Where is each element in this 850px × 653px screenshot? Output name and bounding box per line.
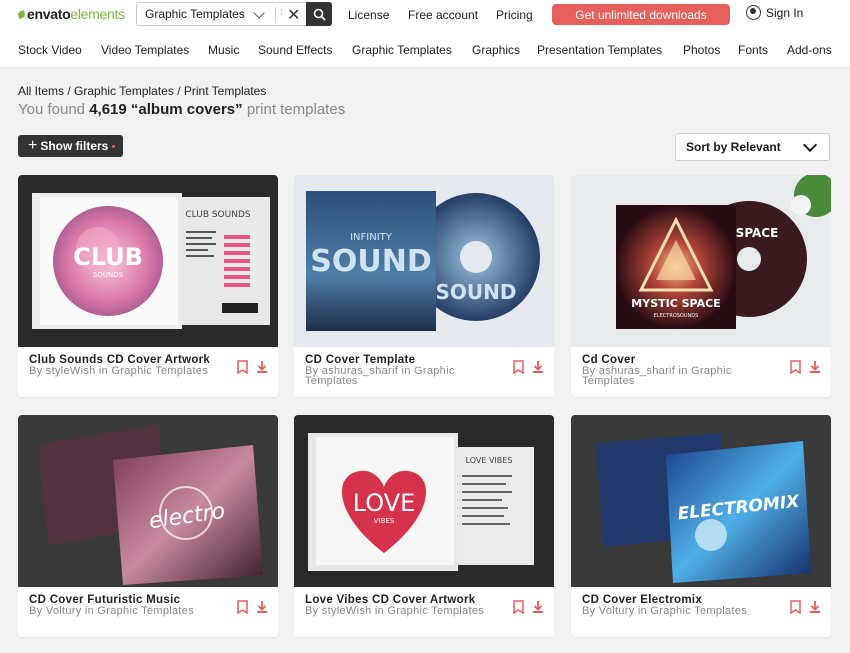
card-thumbnail[interactable]: ELECTROMIX bbox=[571, 415, 831, 587]
results-suffix: print templates bbox=[246, 101, 346, 118]
card-author: By styleWish in Graphic Templates bbox=[305, 605, 485, 617]
download-icon[interactable] bbox=[256, 360, 268, 379]
template-card[interactable]: ELECTROMIX CD Cover Electromix By Voltur… bbox=[571, 415, 831, 637]
card-author: By Voltury in Graphic Templates bbox=[582, 605, 748, 617]
download-icon[interactable] bbox=[256, 600, 268, 619]
search-button[interactable] bbox=[306, 2, 332, 26]
filter-indicator-dot bbox=[112, 144, 116, 148]
template-card[interactable]: LOVE VIBES LOVE VIBES Love Vibes CD Cove… bbox=[294, 415, 554, 637]
nav-stock-video[interactable]: Stock Video bbox=[18, 43, 82, 57]
search-input[interactable]: : bbox=[280, 7, 283, 18]
free-account-link[interactable]: Free account bbox=[408, 8, 478, 22]
cover-art-title: LOVE bbox=[353, 489, 416, 517]
cd-cover-image: SPACE MYSTIC SPACE ELECTROSOUNDS bbox=[571, 175, 831, 347]
get-unlimited-downloads-button[interactable]: Get unlimited downloads bbox=[552, 4, 730, 25]
results-query: “album covers” bbox=[130, 101, 243, 118]
nav-sound-effects[interactable]: Sound Effects bbox=[258, 43, 333, 57]
card-thumbnail[interactable]: electro bbox=[18, 415, 278, 587]
cover-art-subtitle: INFINITY bbox=[350, 232, 393, 243]
nav-music[interactable]: Music bbox=[208, 43, 239, 57]
show-filters-label: Show filters bbox=[40, 139, 109, 153]
breadcrumb-graphic-templates[interactable]: Graphic Templates bbox=[74, 84, 174, 98]
top-bar: envato elements Graphic Templates : ✕ Lic… bbox=[0, 0, 850, 30]
nav-graphics[interactable]: Graphics bbox=[472, 43, 520, 57]
results-number: 4,619 bbox=[89, 101, 127, 118]
chevron-down-icon bbox=[802, 137, 818, 153]
logo-text: envato bbox=[27, 6, 71, 22]
card-author: By ashuras_sharif in Graphic Templates bbox=[305, 365, 455, 387]
card-thumbnail[interactable]: SPACE MYSTIC SPACE ELECTROSOUNDS bbox=[571, 175, 831, 347]
breadcrumb: All Items / Graphic Templates / Print Te… bbox=[18, 84, 267, 98]
plus-icon: + bbox=[28, 137, 38, 154]
search-category-select[interactable]: Graphic Templates bbox=[137, 7, 255, 21]
cd-cover-image: electro bbox=[18, 415, 278, 587]
cd-cover-image: CLUB SOUNDS CLUB SOUNDS bbox=[18, 175, 278, 347]
results-count: You found 4,619 “album covers” print tem… bbox=[18, 101, 345, 118]
cd-cover-image: ELECTROMIX bbox=[571, 415, 831, 587]
nav-video-templates[interactable]: Video Templates bbox=[101, 43, 189, 57]
cover-art-subtitle: SOUNDS bbox=[93, 271, 124, 279]
user-icon bbox=[746, 5, 761, 20]
card-thumbnail[interactable]: SOUND INFINITY SOUND bbox=[294, 175, 554, 347]
leaf-icon bbox=[17, 9, 26, 19]
disc-title: SPACE bbox=[736, 226, 779, 240]
nav-presentation-templates[interactable]: Presentation Templates bbox=[537, 43, 662, 57]
breadcrumb-all-items[interactable]: All Items bbox=[18, 84, 64, 98]
cover-art-title: MYSTIC SPACE bbox=[631, 297, 720, 310]
search-icon bbox=[313, 8, 326, 21]
cover-art-title: SOUND bbox=[310, 244, 431, 279]
back-cover-title: LOVE VIBES bbox=[466, 456, 513, 465]
cover-art-subtitle: ELECTROSOUNDS bbox=[654, 313, 699, 319]
card-author: By ashuras_sharif in Graphic Templates bbox=[582, 365, 732, 387]
template-card[interactable]: SOUND INFINITY SOUND CD Cover Template B… bbox=[294, 175, 554, 397]
category-nav: Stock Video Video Templates Music Sound … bbox=[0, 30, 850, 68]
bookmark-icon[interactable] bbox=[790, 360, 801, 379]
download-icon[interactable] bbox=[809, 360, 821, 379]
logo-subtext: elements bbox=[70, 6, 125, 22]
show-filters-button[interactable]: + Show filters bbox=[18, 135, 123, 157]
cover-art-title: CLUB bbox=[73, 243, 143, 271]
template-card[interactable]: electro CD Cover Futuristic Music By Vol… bbox=[18, 415, 278, 637]
bookmark-icon[interactable] bbox=[513, 600, 524, 619]
search-box: Graphic Templates : ✕ bbox=[136, 2, 332, 26]
download-icon[interactable] bbox=[809, 600, 821, 619]
nav-add-ons[interactable]: Add-ons bbox=[787, 43, 832, 57]
card-author: By Voltury in Graphic Templates bbox=[29, 605, 195, 617]
card-thumbnail[interactable]: CLUB SOUNDS CLUB SOUNDS bbox=[18, 175, 278, 347]
sign-in-link[interactable]: Sign In bbox=[746, 5, 803, 20]
bookmark-icon[interactable] bbox=[790, 600, 801, 619]
back-cover-title: CLUB SOUNDS bbox=[185, 210, 251, 220]
divider bbox=[275, 7, 276, 23]
nav-graphic-templates[interactable]: Graphic Templates bbox=[352, 43, 452, 57]
nav-photos[interactable]: Photos bbox=[683, 43, 720, 57]
download-icon[interactable] bbox=[532, 360, 544, 379]
bookmark-icon[interactable] bbox=[237, 360, 248, 379]
clear-search-icon[interactable]: ✕ bbox=[287, 5, 300, 25]
license-link[interactable]: License bbox=[348, 8, 389, 22]
results-prefix: You found bbox=[18, 101, 86, 118]
chevron-down-icon[interactable] bbox=[253, 7, 265, 19]
cd-cover-image: LOVE VIBES LOVE VIBES bbox=[294, 415, 554, 587]
bookmark-icon[interactable] bbox=[513, 360, 524, 379]
card-thumbnail[interactable]: LOVE VIBES LOVE VIBES bbox=[294, 415, 554, 587]
download-icon[interactable] bbox=[532, 600, 544, 619]
bookmark-icon[interactable] bbox=[237, 600, 248, 619]
template-card[interactable]: SPACE MYSTIC SPACE ELECTROSOUNDS Cd Cove… bbox=[571, 175, 831, 397]
sign-in-label: Sign In bbox=[766, 5, 804, 20]
cd-cover-image: SOUND INFINITY SOUND bbox=[294, 175, 554, 347]
pricing-link[interactable]: Pricing bbox=[496, 8, 533, 22]
cover-art-subtitle: VIBES bbox=[374, 517, 395, 525]
breadcrumb-print-templates[interactable]: Print Templates bbox=[184, 84, 266, 98]
card-author: By styleWish in Graphic Templates bbox=[29, 365, 209, 377]
template-card[interactable]: CLUB SOUNDS CLUB SOUNDS Club Sounds CD C… bbox=[18, 175, 278, 397]
nav-fonts[interactable]: Fonts bbox=[738, 43, 768, 57]
sort-selected-label: Sort by Relevant bbox=[686, 140, 781, 154]
disc-title: SOUND bbox=[436, 280, 517, 304]
envato-elements-logo[interactable]: envato elements bbox=[17, 6, 125, 22]
sort-select[interactable]: Sort by Relevant bbox=[675, 133, 830, 161]
